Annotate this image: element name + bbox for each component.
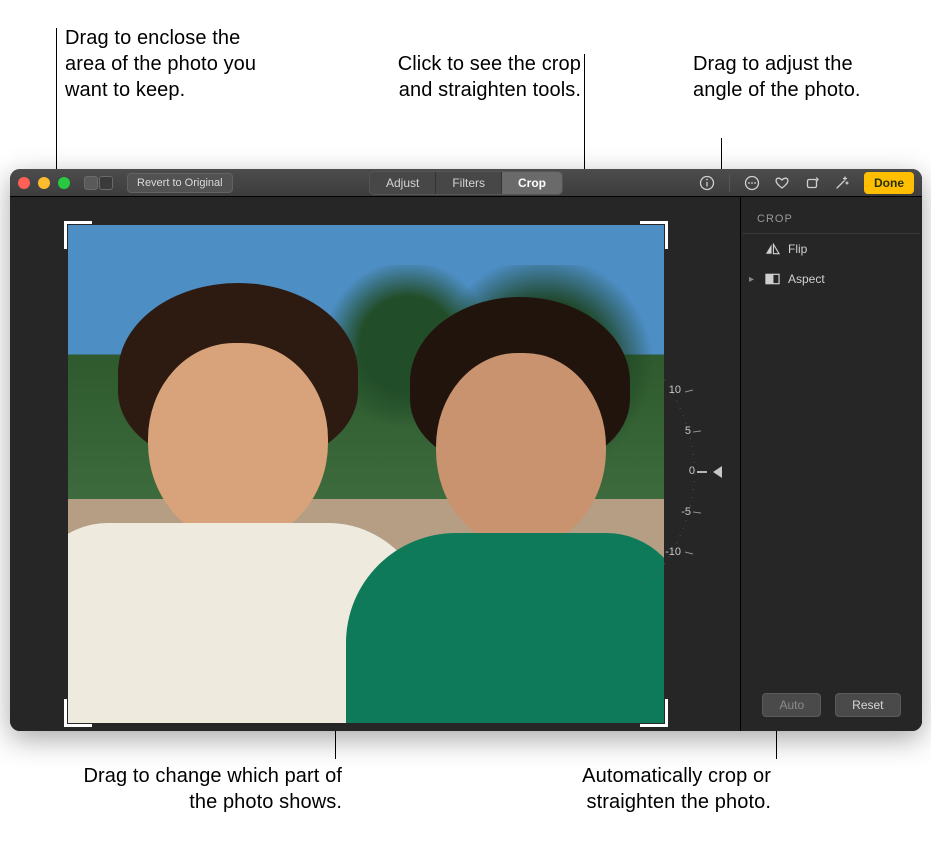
toolbar-separator xyxy=(729,174,730,192)
dial-tick: -10 xyxy=(661,546,681,558)
callout-text: Automatically crop or straighten the pho… xyxy=(582,765,771,813)
tab-label: Crop xyxy=(518,176,546,190)
straighten-dial[interactable]: 10 5 0 -5 -10 xyxy=(655,357,725,587)
info-icon[interactable] xyxy=(699,175,715,191)
minimize-window-button[interactable] xyxy=(38,177,50,189)
auto-enhance-icon[interactable] xyxy=(834,175,850,191)
view-toggle[interactable] xyxy=(84,176,113,190)
tab-adjust[interactable]: Adjust xyxy=(370,172,436,194)
dial-tick: 10 xyxy=(661,384,681,396)
toolbar-right: Done xyxy=(699,172,914,194)
callout-text: Drag to change which part of the photo s… xyxy=(83,765,342,813)
dial-tick: 5 xyxy=(671,425,691,437)
canvas-area: 10 5 0 -5 -10 xyxy=(10,197,740,731)
chevron-right-icon: ▸ xyxy=(749,274,754,285)
callout-text: Click to see the crop and straighten too… xyxy=(398,53,581,101)
flip-icon xyxy=(765,243,780,255)
zoom-window-button[interactable] xyxy=(58,177,70,189)
callout-pan-photo: Drag to change which part of the photo s… xyxy=(82,763,342,815)
callout-angle-dial: Drag to adjust the angle of the photo. xyxy=(693,51,873,103)
view-toggle-right[interactable] xyxy=(99,176,113,190)
window-controls xyxy=(18,177,70,189)
callout-text: Drag to adjust the angle of the photo. xyxy=(693,53,861,101)
done-label: Done xyxy=(874,176,904,190)
flip-button[interactable]: Flip xyxy=(741,234,922,264)
callout-crop-handles: Drag to enclose the area of the photo yo… xyxy=(65,25,265,103)
callout-auto-button: Automatically crop or straighten the pho… xyxy=(511,763,771,815)
auto-label: Auto xyxy=(779,698,804,712)
callout-text: Drag to enclose the area of the photo yo… xyxy=(65,27,256,101)
done-button[interactable]: Done xyxy=(864,172,914,194)
sidebar-buttons: Auto Reset xyxy=(741,693,922,717)
photo-crop-region[interactable] xyxy=(68,225,664,723)
revert-to-original-button[interactable]: Revert to Original xyxy=(127,173,233,193)
favorite-icon[interactable] xyxy=(774,175,790,191)
crop-handle-bottom-left[interactable] xyxy=(64,699,92,727)
crop-handle-top-left[interactable] xyxy=(64,221,92,249)
tab-filters[interactable]: Filters xyxy=(436,172,502,194)
flip-label: Flip xyxy=(788,242,807,256)
crop-handle-bottom-right[interactable] xyxy=(640,699,668,727)
photos-edit-window: Revert to Original Adjust Filters Crop xyxy=(10,169,922,731)
photo-content xyxy=(366,363,656,723)
tab-crop[interactable]: Crop xyxy=(502,172,562,194)
tab-label: Filters xyxy=(452,176,485,190)
dial-pointer-icon[interactable] xyxy=(713,466,722,478)
aspect-menu[interactable]: ▸ Aspect xyxy=(741,264,922,294)
close-window-button[interactable] xyxy=(18,177,30,189)
more-icon[interactable] xyxy=(744,175,760,191)
reset-button[interactable]: Reset xyxy=(835,693,900,717)
revert-label: Revert to Original xyxy=(137,177,223,189)
dial-tick: 0 xyxy=(675,465,695,477)
sidebar-heading: CROP xyxy=(743,197,920,234)
aspect-label: Aspect xyxy=(788,272,825,286)
crop-sidebar: CROP Flip ▸ Aspect Auto xyxy=(740,197,922,731)
view-toggle-left[interactable] xyxy=(84,176,98,190)
photo-image[interactable] xyxy=(68,225,664,723)
callout-crop-tab: Click to see the crop and straighten too… xyxy=(381,51,581,103)
edit-mode-tabs: Adjust Filters Crop xyxy=(369,171,563,195)
dial-tick: -5 xyxy=(671,506,691,518)
editor-body: 10 5 0 -5 -10 CROP Flip ▸ xyxy=(10,197,922,731)
aspect-icon xyxy=(765,273,780,285)
tab-label: Adjust xyxy=(386,176,419,190)
auto-button[interactable]: Auto xyxy=(762,693,821,717)
crop-handle-top-right[interactable] xyxy=(640,221,668,249)
reset-label: Reset xyxy=(852,698,883,712)
rotate-icon[interactable] xyxy=(804,175,820,191)
titlebar: Revert to Original Adjust Filters Crop xyxy=(10,169,922,197)
